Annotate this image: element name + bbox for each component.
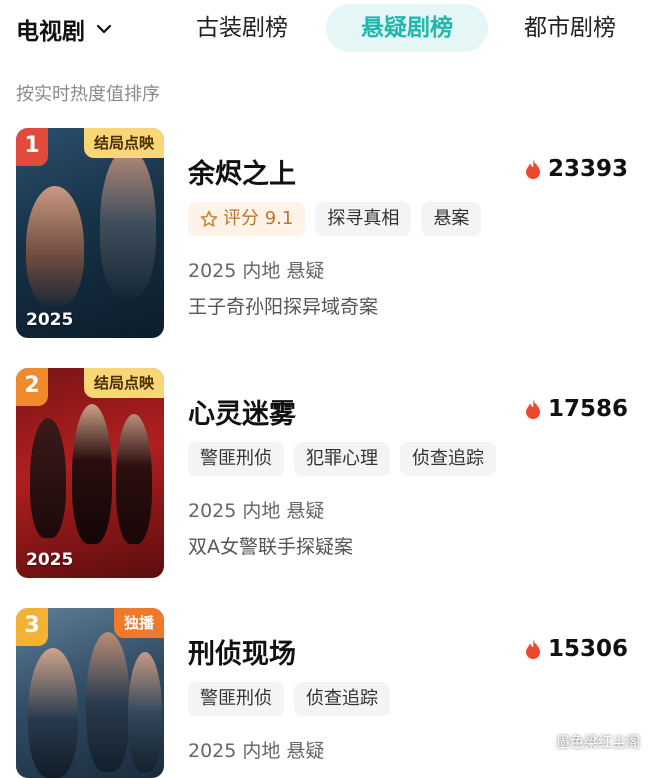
heat-value: 17586 [547, 396, 628, 422]
chevron-down-icon [96, 24, 112, 34]
genre-tag[interactable]: 侦查追踪 [400, 442, 496, 476]
genre-tag[interactable]: 警匪刑侦 [188, 682, 284, 716]
top-bar: 电视剧 古装剧榜 悬疑剧榜 都市剧榜 [0, 0, 650, 58]
show-title[interactable]: 余烬之上 [188, 152, 296, 191]
show-meta: 2025 内地 悬疑 [188, 500, 325, 522]
poster-figure [86, 632, 130, 772]
status-badge: 结局点映 [83, 128, 164, 158]
poster[interactable]: 1 结局点映 2025 [16, 128, 164, 338]
genre-tag[interactable]: 犯罪心理 [294, 442, 390, 476]
exclusive-badge: 独播 [113, 608, 164, 638]
genre-tag[interactable]: 警匪刑侦 [188, 442, 284, 476]
heat-value: 23393 [547, 156, 628, 182]
sort-description: 按实时热度值排序 [16, 84, 160, 105]
ranking-item[interactable]: 1 结局点映 2025 余烬之上 23393 评分 9.1 探寻真相 悬案 20… [0, 128, 650, 343]
flame-icon [525, 399, 540, 419]
poster-year: 2025 [26, 550, 74, 570]
show-meta: 2025 内地 悬疑 [188, 260, 325, 282]
watermark: 墨色梁红尘阁 [556, 735, 640, 751]
poster-figure [26, 186, 84, 306]
show-title[interactable]: 刑侦现场 [188, 632, 296, 671]
rating-label: 评分 9.1 [223, 208, 294, 229]
poster-figure [30, 418, 66, 538]
poster-figure [72, 404, 112, 544]
show-description: 双A女警联手探疑案 [188, 536, 353, 558]
category-selector[interactable]: 电视剧 [16, 12, 113, 46]
show-description: 王子奇孙阳探异域奇案 [188, 296, 379, 318]
heat-score: 15306 [524, 636, 628, 662]
poster-figure [128, 652, 162, 772]
poster-figure [100, 148, 156, 298]
flame-icon [525, 639, 540, 659]
genre-tag[interactable]: 侦查追踪 [294, 682, 390, 716]
ranking-item[interactable]: 3 独播 刑侦现场 15306 警匪刑侦 侦查追踪 2025 内地 悬疑 [0, 608, 650, 778]
show-meta: 2025 内地 悬疑 [188, 740, 325, 762]
poster[interactable]: 3 独播 [16, 608, 164, 778]
poster-figure [28, 648, 78, 778]
ranking-item[interactable]: 2 结局点映 2025 心灵迷雾 17586 警匪刑侦 犯罪心理 侦查追踪 20… [0, 368, 650, 583]
tag-list: 警匪刑侦 犯罪心理 侦查追踪 [188, 442, 496, 476]
poster-figure [116, 414, 152, 544]
rank-badge: 3 [16, 608, 48, 646]
heat-score: 17586 [524, 396, 628, 422]
show-title[interactable]: 心灵迷雾 [188, 392, 296, 431]
flame-icon [525, 159, 540, 179]
rank-badge: 1 [16, 128, 48, 166]
genre-tag[interactable]: 悬案 [421, 202, 482, 236]
tab-costume[interactable]: 古装剧榜 [178, 4, 306, 52]
rank-badge: 2 [16, 368, 48, 406]
heat-score: 23393 [524, 156, 628, 182]
tab-urban[interactable]: 都市剧榜 [506, 4, 634, 52]
tab-suspense[interactable]: 悬疑剧榜 [326, 4, 488, 52]
poster[interactable]: 2 结局点映 2025 [16, 368, 164, 578]
tag-list: 评分 9.1 探寻真相 悬案 [188, 202, 482, 236]
rating-badge: 评分 9.1 [188, 202, 306, 236]
tag-list: 警匪刑侦 侦查追踪 [188, 682, 390, 716]
category-label: 电视剧 [16, 19, 85, 45]
star-icon [200, 210, 218, 227]
poster-year: 2025 [26, 310, 74, 330]
genre-tag[interactable]: 探寻真相 [315, 202, 412, 236]
status-badge: 结局点映 [83, 368, 164, 398]
heat-value: 15306 [547, 636, 628, 662]
